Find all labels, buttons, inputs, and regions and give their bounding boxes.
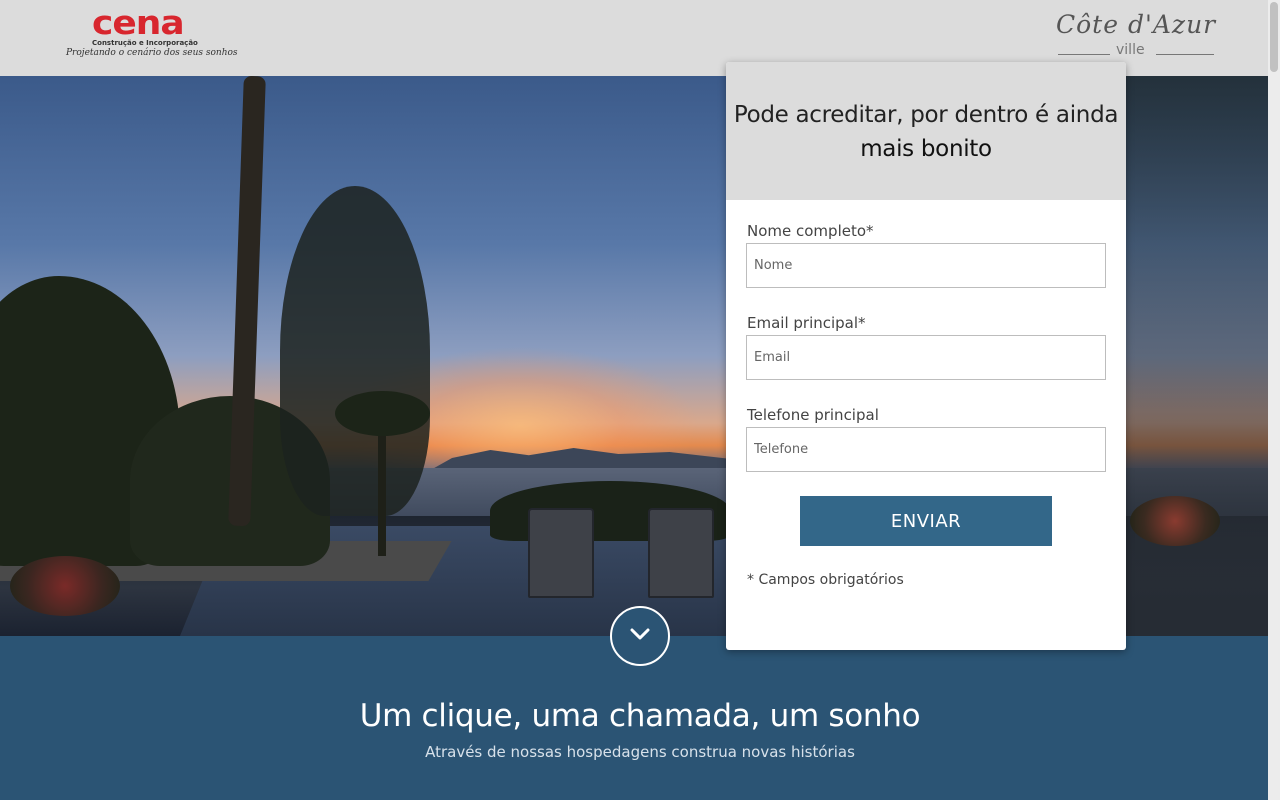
lounge-chair (528, 508, 594, 598)
flowers-left (10, 556, 120, 616)
form-title-line2: mais bonito (860, 136, 992, 162)
email-label: Email principal* (747, 314, 866, 332)
phone-input[interactable] (746, 427, 1106, 472)
form-title-line1: Pode acreditar, por dentro é ainda (733, 102, 1119, 128)
required-fields-note: * Campos obrigatórios (747, 572, 904, 588)
scroll-down-button[interactable] (610, 606, 670, 666)
form-title: Pode acreditar, por dentro é ainda mais … (726, 98, 1126, 166)
name-input[interactable] (746, 243, 1106, 288)
submit-button[interactable]: ENVIAR (800, 496, 1052, 546)
flowers-right (1130, 496, 1220, 546)
email-input[interactable] (746, 335, 1106, 380)
cote-dazur-wordmark: Côte d'Azur (1056, 10, 1217, 39)
palm-crown (335, 391, 430, 436)
logo-divider (1058, 54, 1110, 55)
logo-divider (1156, 54, 1214, 55)
lounge-chair (648, 508, 714, 598)
phone-label: Telefone principal (747, 406, 879, 424)
scrollbar-thumb[interactable] (1270, 2, 1278, 72)
band-title: Um clique, uma chamada, um sonho (359, 698, 921, 734)
cena-logo-subtitle: Construção e Incorporação (92, 39, 198, 47)
cena-logo-wordmark: cena (92, 4, 185, 43)
lead-form-card: Pode acreditar, por dentro é ainda mais … (726, 62, 1126, 650)
page-scrollbar[interactable] (1268, 0, 1280, 800)
chevron-down-icon (628, 622, 652, 650)
form-header: Pode acreditar, por dentro é ainda mais … (726, 62, 1126, 200)
tree-middle (280, 186, 430, 516)
name-label: Nome completo* (747, 222, 874, 240)
band-subtitle: Através de nossas hospedagens construa n… (425, 743, 855, 761)
cote-dazur-logo[interactable]: Côte d'Azur ville (1056, 10, 1218, 62)
trees-right (1120, 76, 1280, 636)
cena-logo[interactable]: cena Construção e Incorporação Projetand… (66, 4, 238, 64)
cena-logo-tagline: Projetando o cenário dos seus sonhos (66, 48, 238, 58)
cote-dazur-sub: ville (1116, 42, 1145, 58)
